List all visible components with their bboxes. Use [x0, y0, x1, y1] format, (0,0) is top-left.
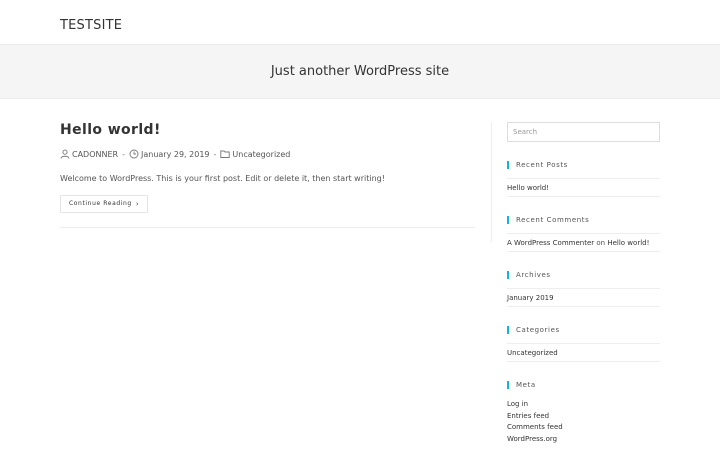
meta-entries-feed-link[interactable]: Entries feed — [507, 412, 549, 420]
widget-divider — [507, 343, 660, 344]
page-header-banner: Just another WordPress site — [0, 44, 720, 99]
post-category-link[interactable]: Uncategorized — [232, 150, 290, 159]
clock-icon — [129, 149, 139, 159]
post-author-link[interactable]: CADONNER — [72, 150, 118, 159]
meta-separator: - — [213, 149, 217, 159]
widget-divider — [507, 251, 660, 252]
widget-divider — [507, 233, 660, 234]
site-header: TESTSITE — [0, 9, 720, 44]
user-icon — [60, 149, 70, 159]
comment-on-text: on — [596, 239, 606, 247]
widget-divider — [507, 288, 660, 289]
meta-wordpress-org-link[interactable]: WordPress.org — [507, 435, 557, 443]
recent-comment-item: A WordPress Commenter on Hello world! — [507, 239, 649, 247]
meta-login-link[interactable]: Log in — [507, 400, 528, 408]
search-input[interactable] — [507, 122, 660, 142]
comment-post-link[interactable]: Hello world! — [607, 239, 649, 247]
sidebar-divider — [491, 122, 492, 242]
category-link[interactable]: Uncategorized — [507, 349, 558, 357]
archive-link[interactable]: January 2019 — [507, 294, 554, 302]
archives-heading: Archives — [507, 270, 551, 280]
recent-comments-heading: Recent Comments — [507, 215, 589, 225]
meta-separator: - — [122, 149, 125, 159]
meta-heading: Meta — [507, 380, 536, 390]
categories-heading: Categories — [507, 325, 560, 335]
widget-divider — [507, 178, 660, 179]
site-tagline: Just another WordPress site — [270, 64, 450, 79]
post-divider — [60, 227, 475, 228]
post-excerpt: Welcome to WordPress. This is your first… — [60, 174, 385, 183]
continue-reading-button[interactable]: Continue Reading › — [60, 195, 149, 213]
widget-divider — [507, 361, 660, 362]
widget-divider — [507, 196, 660, 197]
widget-divider — [507, 306, 660, 307]
folder-icon — [220, 149, 231, 159]
post-title-link[interactable]: Hello world! — [60, 122, 161, 138]
comment-author-link[interactable]: A WordPress Commenter — [507, 239, 594, 247]
post-date: January 29, 2019 — [141, 149, 210, 159]
chevron-right-icon: › — [135, 200, 140, 208]
recent-posts-heading: Recent Posts — [507, 160, 568, 170]
meta-comments-feed-link[interactable]: Comments feed — [507, 423, 563, 431]
recent-post-link[interactable]: Hello world! — [507, 184, 549, 192]
post-meta: CADONNER - January 29, 2019 - Uncategori… — [60, 148, 290, 160]
continue-reading-label: Continue Reading — [69, 200, 132, 207]
site-title-link[interactable]: TESTSITE — [60, 18, 122, 33]
